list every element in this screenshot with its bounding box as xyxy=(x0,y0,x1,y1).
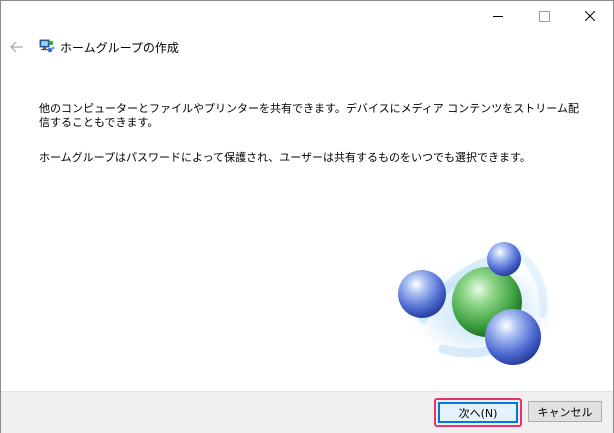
title-bar xyxy=(1,1,613,31)
maximize-icon xyxy=(538,10,550,22)
page-title: ホームグループの作成 xyxy=(60,41,179,55)
description-security: ホームグループはパスワードによって保護され、ユーザーは共有するものをいつでも選択… xyxy=(39,151,531,164)
minimize-icon xyxy=(493,15,503,17)
homegroup-wizard-window: ホームグループの作成 他のコンピューターとファイルやプリンターを共有できます。デ… xyxy=(0,0,614,433)
back-arrow-icon xyxy=(10,41,23,53)
next-button[interactable]: 次へ(N) xyxy=(438,402,518,423)
maximize-button[interactable] xyxy=(521,1,567,31)
cancel-button[interactable]: キャンセル xyxy=(528,401,602,422)
minimize-button[interactable] xyxy=(475,1,521,31)
close-icon xyxy=(585,11,595,21)
homegroup-spheres-illustration xyxy=(398,242,563,367)
description-sharing: 他のコンピューターとファイルやプリンターを共有できます。デバイスにメディア コン… xyxy=(39,102,579,129)
close-button[interactable] xyxy=(567,1,613,31)
homegroup-icon xyxy=(39,39,55,53)
back-button[interactable] xyxy=(7,37,27,57)
wizard-header: ホームグループの作成 xyxy=(1,31,613,63)
